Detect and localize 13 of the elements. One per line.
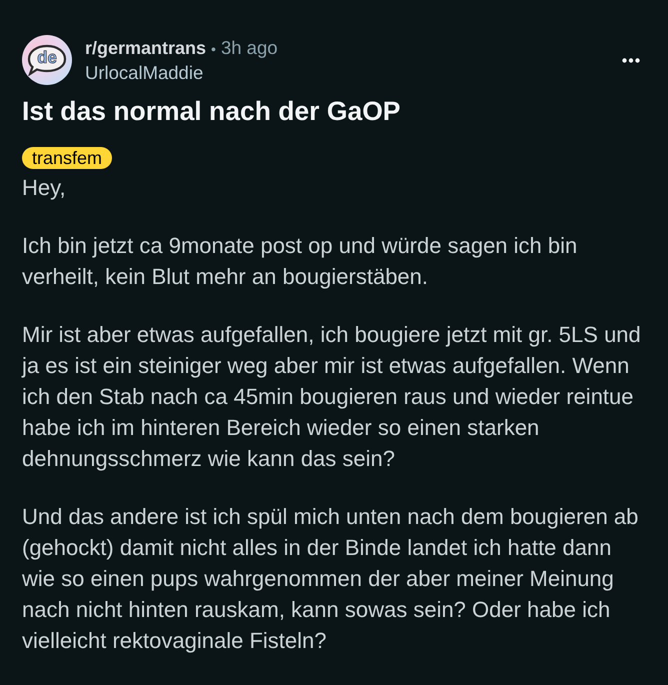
- subreddit-name[interactable]: r/germantrans: [85, 38, 206, 59]
- separator-dot: •: [211, 41, 216, 57]
- flair-tag[interactable]: transfem: [22, 147, 112, 169]
- avatar-text: de: [36, 47, 58, 69]
- body-paragraph: Mir ist aber etwas aufgefallen, ich bougiere jetzt mit gr. 5LS und ja es ist ein steiniger weg aber mir ist etwas aufgefallen. Wenn ich den Stab nach ca 45min bougieren raus und wieder reintue habe ich im hinteren Bereich wieder so einen starken dehnungsschmerz wie kann das sein?: [22, 321, 642, 473]
- body-paragraph: Und das andere ist ich spül mich unten nach dem bougieren ab (gehockt) damit nicht alles in der Binde landet ich hatte dann wie so einen pups wahrgenommen der aber meiner Meinung nach nicht hinten rauskam, kann sowas sein? Oder habe ich vielleicht rektovaginale Fisteln?: [22, 503, 640, 655]
- body-paragraph: Ich bin jetzt ca 9monate post op und würde sagen ich bin verheilt, kein Blut mehr an bougierstäben.: [22, 232, 578, 291]
- post-title: Ist das normal nach der GaOP: [22, 96, 402, 126]
- author-name[interactable]: UrlocalMaddie: [85, 62, 605, 83]
- speech-bubble-icon: [27, 44, 67, 76]
- body-paragraph: Hey,: [22, 174, 67, 202]
- more-icon: [622, 58, 640, 62]
- post-age: 3h ago: [220, 37, 278, 58]
